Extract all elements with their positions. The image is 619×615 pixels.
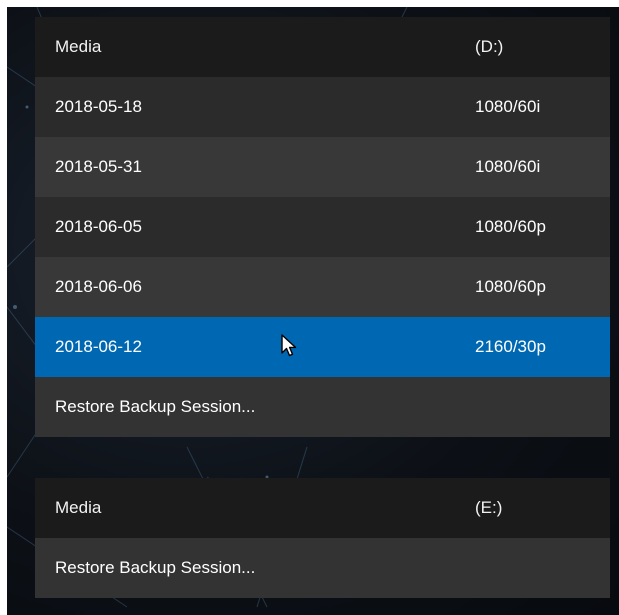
drive-e-header: Media (E:) — [35, 478, 610, 538]
session-date: 2018-05-31 — [55, 157, 142, 176]
session-format: 1080/60i — [475, 157, 541, 176]
session-format: 1080/60i — [475, 97, 541, 116]
restore-backup-session-button[interactable]: Restore Backup Session... — [35, 377, 610, 437]
restore-backup-label: Restore Backup Session... — [55, 397, 256, 416]
session-date: 2018-06-06 — [55, 277, 142, 296]
drive-e-panel: Media (E:) Restore Backup Session... — [35, 478, 610, 598]
session-date: 2018-05-18 — [55, 97, 142, 116]
mouse-pointer-icon — [281, 334, 299, 358]
session-row[interactable]: 2018-05-18 1080/60i — [35, 77, 610, 137]
restore-backup-session-button[interactable]: Restore Backup Session... — [35, 538, 610, 598]
session-format: 1080/60p — [475, 277, 546, 296]
drive-d-media-label: Media — [55, 37, 102, 56]
session-row[interactable]: 2018-05-31 1080/60i — [35, 137, 610, 197]
drive-d-panel: Media (D:) 2018-05-18 1080/60i 2018-05-3… — [35, 17, 610, 437]
drive-d-header: Media (D:) — [35, 17, 610, 77]
session-date: 2018-06-12 — [55, 337, 142, 356]
drive-e-media-label: Media — [55, 498, 102, 517]
session-date: 2018-06-05 — [55, 217, 142, 236]
session-format: 2160/30p — [475, 337, 546, 356]
session-browser: Media (D:) 2018-05-18 1080/60i 2018-05-3… — [0, 0, 619, 615]
session-row[interactable]: 2018-06-06 1080/60p — [35, 257, 610, 317]
drive-d-letter: (D:) — [475, 37, 504, 56]
restore-backup-label: Restore Backup Session... — [55, 558, 256, 577]
session-format: 1080/60p — [475, 217, 546, 236]
session-row[interactable]: 2018-06-05 1080/60p — [35, 197, 610, 257]
drive-e-letter: (E:) — [475, 498, 503, 517]
session-row-selected[interactable]: 2018-06-12 2160/30p — [35, 317, 610, 377]
